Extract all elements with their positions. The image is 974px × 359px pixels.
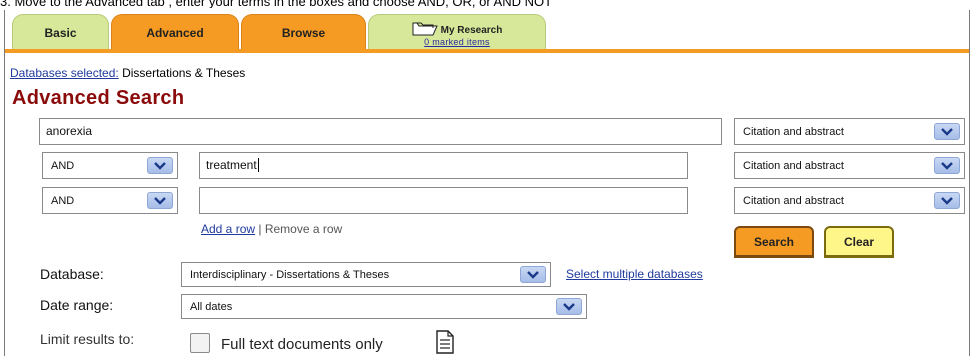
database-select-value: Interdisciplinary - Dissertations & Thes… bbox=[190, 268, 390, 281]
tab-basic-label: Basic bbox=[44, 25, 77, 40]
search-button[interactable]: Search bbox=[734, 226, 814, 258]
date-range-select[interactable]: All dates bbox=[181, 294, 587, 319]
tab-browse[interactable]: Browse bbox=[241, 14, 366, 50]
database-label: Database: bbox=[40, 266, 104, 282]
row-links-separator: | bbox=[258, 222, 262, 236]
tab-browse-label: Browse bbox=[281, 25, 326, 40]
full-text-checkbox[interactable] bbox=[190, 333, 210, 353]
clear-button-label: Clear bbox=[843, 234, 875, 249]
databases-selected-value: Dissertations & Theses bbox=[122, 66, 246, 80]
date-range-select-value: All dates bbox=[190, 300, 233, 313]
folder-icon bbox=[412, 22, 438, 36]
limit-results-label: Limit results to: bbox=[40, 331, 135, 347]
search-term-input-3[interactable] bbox=[199, 187, 688, 214]
databases-selected-link[interactable]: Databases selected: bbox=[10, 66, 119, 80]
chevron-down-icon bbox=[934, 123, 960, 140]
chevron-down-icon bbox=[934, 157, 960, 174]
chevron-down-icon bbox=[147, 192, 173, 209]
remove-row-link[interactable]: Remove a row bbox=[265, 222, 342, 236]
operator-select-2-value: AND bbox=[51, 159, 75, 172]
tab-my-research[interactable]: My Research 0 marked items bbox=[368, 14, 546, 50]
tab-advanced-label: Advanced bbox=[146, 25, 204, 40]
operator-select-3-value: AND bbox=[51, 194, 75, 207]
search-term-input-2[interactable]: treatment bbox=[199, 152, 688, 179]
search-term-1-value: anorexia bbox=[46, 124, 93, 138]
tab-advanced[interactable]: Advanced bbox=[111, 14, 239, 50]
marked-items-link[interactable]: 0 marked items bbox=[424, 37, 490, 47]
field-select-2-value: Citation and abstract bbox=[743, 159, 844, 172]
chevron-down-icon bbox=[147, 157, 173, 174]
page-title: Advanced Search bbox=[12, 87, 185, 109]
operator-select-3[interactable]: AND bbox=[42, 187, 178, 214]
field-select-3[interactable]: Citation and abstract bbox=[734, 187, 965, 214]
tab-basic[interactable]: Basic bbox=[12, 14, 109, 50]
instruction-text-content: 3. Move to the Advanced tab , enter your… bbox=[0, 0, 553, 8]
tab-bar-underline bbox=[5, 49, 969, 53]
databases-selected: Databases selected: Dissertations & Thes… bbox=[10, 66, 245, 80]
document-icon bbox=[436, 330, 454, 359]
select-multiple-databases-link[interactable]: Select multiple databases bbox=[566, 267, 703, 281]
search-term-2-value: treatment bbox=[206, 158, 257, 172]
field-select-2[interactable]: Citation and abstract bbox=[734, 152, 965, 179]
field-select-1-value: Citation and abstract bbox=[743, 125, 844, 138]
instruction-text: 3. Move to the Advanced tab , enter your… bbox=[0, 0, 974, 8]
add-row-link[interactable]: Add a row bbox=[201, 222, 255, 236]
full-text-label: Full text documents only bbox=[221, 336, 383, 353]
text-cursor bbox=[257, 158, 259, 172]
clear-button[interactable]: Clear bbox=[824, 226, 894, 258]
operator-select-2[interactable]: AND bbox=[42, 152, 178, 179]
database-select[interactable]: Interdisciplinary - Dissertations & Thes… bbox=[181, 262, 551, 287]
chevron-down-icon bbox=[520, 266, 546, 283]
my-research-title: My Research bbox=[412, 20, 503, 36]
field-select-3-value: Citation and abstract bbox=[743, 194, 844, 207]
search-term-input-1[interactable]: anorexia bbox=[39, 118, 722, 145]
search-button-label: Search bbox=[753, 234, 795, 249]
date-range-label: Date range: bbox=[40, 297, 114, 313]
chevron-down-icon bbox=[556, 298, 582, 315]
row-controls: Add a row | Remove a row bbox=[201, 222, 342, 236]
chevron-down-icon bbox=[934, 192, 960, 209]
field-select-1[interactable]: Citation and abstract bbox=[734, 118, 965, 145]
my-research-label: My Research bbox=[440, 25, 503, 36]
